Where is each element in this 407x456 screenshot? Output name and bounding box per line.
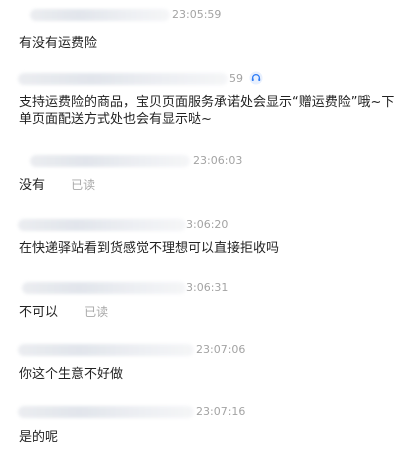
headset-badge-icon (249, 71, 263, 85)
message-text: 有没有运费险 (19, 35, 97, 52)
message-text: 是的呢 (19, 429, 58, 446)
message-meta: 23:05:59 (0, 6, 407, 24)
message-time: 23:07:16 (196, 405, 246, 418)
message-meta: 59 (0, 70, 407, 88)
message-meta: 3:06:31 (0, 279, 407, 297)
message-text-content: 支持运费险的商品，宝贝页面服务承诺处会显示“赠运费险”哦~下单页面配送方式处也会… (19, 95, 395, 127)
message-time: 59 (229, 72, 243, 85)
message-text-content: 你这个生意不好做 (19, 367, 124, 382)
sender-name-blurred (30, 155, 190, 167)
sender-name-blurred (18, 219, 186, 231)
message-text: 没有 已读 (19, 177, 95, 194)
message-meta: 3:06:20 (0, 216, 407, 234)
message-text-content: 没有 (19, 178, 46, 193)
sender-name-blurred (22, 282, 186, 294)
read-status: 已读 (71, 178, 96, 192)
message-text-content: 不可以 (19, 305, 59, 320)
message-text: 你这个生意不好做 (19, 366, 123, 383)
message-meta: 23:07:16 (0, 403, 407, 421)
message-time: 23:06:03 (193, 154, 243, 167)
read-status: 已读 (84, 305, 109, 319)
sender-name-blurred (18, 344, 194, 356)
sender-name-blurred (18, 73, 228, 85)
chat-message-list: 23:05:59 有没有运费险 59 支持运费险的商品，宝贝页面服务承诺处会显示… (0, 0, 407, 456)
sender-name-blurred (18, 406, 194, 418)
message-time: 3:06:31 (186, 281, 229, 294)
message-time: 23:05:59 (172, 8, 222, 21)
message-text-content: 是的呢 (19, 430, 59, 445)
message-meta: 23:07:06 (0, 341, 407, 359)
message-text-content: 在快递驿站看到货感觉不理想可以直接拒收吗 (19, 241, 280, 256)
message-time: 3:06:20 (186, 218, 229, 231)
message-meta: 23:06:03 (0, 152, 407, 170)
message-text: 支持运费险的商品，宝贝页面服务承诺处会显示“赠运费险”哦~下单页面配送方式处也会… (19, 94, 399, 128)
sender-name-blurred (30, 9, 170, 21)
message-text: 不可以 已读 (19, 304, 108, 321)
message-text-content: 有没有运费险 (19, 36, 98, 51)
message-time: 23:07:06 (196, 343, 246, 356)
message-text: 在快递驿站看到货感觉不理想可以直接拒收吗 (19, 240, 279, 257)
